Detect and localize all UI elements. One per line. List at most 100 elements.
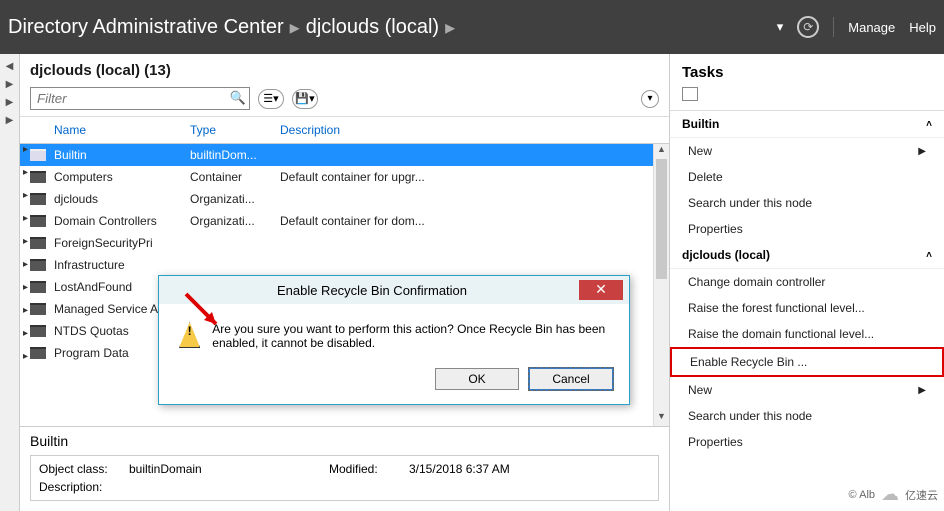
expand-toggle[interactable]: ▸ bbox=[20, 282, 36, 305]
expand-toggle[interactable]: ▸ bbox=[20, 328, 36, 351]
tasks-toolbar bbox=[670, 87, 944, 111]
nav-node-icon[interactable]: ▶ bbox=[4, 78, 16, 90]
dialog-titlebar[interactable]: Enable Recycle Bin Confirmation ✕ bbox=[159, 276, 629, 304]
task-item[interactable]: Search under this node bbox=[670, 190, 944, 216]
expand-toggle[interactable]: ▸ bbox=[20, 190, 36, 213]
table-row[interactable]: Computers ContainerDefault container for … bbox=[20, 166, 669, 188]
chevron-right-icon: ▶ bbox=[918, 385, 926, 396]
tasks-title: Tasks bbox=[670, 54, 944, 87]
col-type[interactable]: Type bbox=[190, 123, 280, 137]
filter-box: 🔍 bbox=[30, 87, 250, 110]
expand-toggle[interactable]: ▸ bbox=[20, 259, 36, 282]
filter-input[interactable] bbox=[30, 87, 250, 110]
task-label: New bbox=[688, 144, 712, 158]
ok-button[interactable]: OK bbox=[435, 368, 519, 390]
divider bbox=[833, 17, 834, 37]
task-item[interactable]: Delete bbox=[670, 164, 944, 190]
row-name: Computers bbox=[54, 170, 113, 184]
collapse-icon[interactable]: ◀ bbox=[4, 60, 16, 72]
column-headers: Name Type Description bbox=[20, 117, 669, 144]
nav-node-icon[interactable]: ▶ bbox=[4, 96, 16, 108]
nav-node-icon[interactable]: ▶ bbox=[4, 114, 16, 126]
search-icon[interactable]: 🔍 bbox=[230, 90, 246, 106]
warning-icon bbox=[179, 322, 200, 348]
task-label: Properties bbox=[688, 435, 743, 449]
task-label: Search under this node bbox=[688, 196, 812, 210]
dialog-buttons: OK Cancel bbox=[159, 358, 629, 404]
row-type: Organizati... bbox=[190, 214, 280, 228]
help-menu[interactable]: Help bbox=[909, 20, 936, 35]
expand-toggle[interactable]: ▸ bbox=[20, 144, 36, 167]
more-dropdown[interactable]: ▾ bbox=[641, 90, 659, 108]
cancel-button[interactable]: Cancel bbox=[529, 368, 613, 390]
table-row[interactable]: Domain ControllersOrganizati...Default c… bbox=[20, 210, 669, 232]
dropdown-icon[interactable]: ▾ bbox=[777, 19, 784, 35]
table-row[interactable]: Infrastructure bbox=[20, 254, 669, 276]
col-name[interactable]: Name bbox=[30, 123, 190, 137]
chevron-right-icon: ▶ bbox=[918, 146, 926, 157]
copyright: © Alb bbox=[849, 489, 875, 501]
close-icon[interactable]: ✕ bbox=[579, 280, 623, 300]
task-label: New bbox=[688, 383, 712, 397]
task-label: Properties bbox=[688, 222, 743, 236]
table-row[interactable]: ForeignSecurityPri bbox=[20, 232, 669, 254]
row-name: Infrastructure bbox=[54, 258, 125, 272]
expand-toggle[interactable]: ▸ bbox=[20, 213, 36, 236]
top-actions: ▾ ⟳ Manage Help bbox=[777, 16, 936, 38]
expand-toggle[interactable]: ▸ bbox=[20, 167, 36, 190]
tasks-section-builtin[interactable]: Builtin ˄ bbox=[670, 111, 944, 138]
expand-toggle[interactable]: ▸ bbox=[20, 351, 36, 374]
row-type: Container bbox=[190, 170, 280, 184]
task-item[interactable]: Properties bbox=[670, 429, 944, 455]
manage-menu[interactable]: Manage bbox=[848, 20, 895, 35]
row-type: builtinDom... bbox=[190, 148, 280, 162]
scrollbar[interactable]: ▲ ▼ bbox=[653, 144, 669, 426]
scroll-up-icon[interactable]: ▲ bbox=[654, 144, 669, 159]
topbar: Directory Administrative Center ▸ djclou… bbox=[0, 0, 944, 54]
description-label: Description: bbox=[39, 480, 129, 494]
nav-rail[interactable]: ◀ ▶ ▶ ▶ bbox=[0, 54, 20, 511]
task-item[interactable]: Raise the domain functional level... bbox=[670, 321, 944, 347]
task-label: Raise the domain functional level... bbox=[688, 327, 874, 341]
content-title: djclouds (local) (13) bbox=[20, 54, 669, 83]
task-pane-icon[interactable] bbox=[682, 87, 698, 101]
task-label: Search under this node bbox=[688, 409, 812, 423]
task-item[interactable]: Raise the forest functional level... bbox=[670, 295, 944, 321]
tasks-section-domain[interactable]: djclouds (local) ˄ bbox=[670, 242, 944, 269]
task-item[interactable]: Properties bbox=[670, 216, 944, 242]
breadcrumb[interactable]: Directory Administrative Center ▸ djclou… bbox=[8, 15, 777, 40]
table-row[interactable]: Builtin builtinDom... bbox=[20, 144, 669, 166]
task-item[interactable]: Search under this node bbox=[670, 403, 944, 429]
col-description[interactable]: Description bbox=[280, 123, 659, 137]
row-desc: Default container for upgr... bbox=[280, 170, 659, 184]
dialog-title: Enable Recycle Bin Confirmation bbox=[165, 283, 579, 298]
table-row[interactable]: djcloudsOrganizati... bbox=[20, 188, 669, 210]
row-desc: Default container for dom... bbox=[280, 214, 659, 228]
watermark: © Alb ☁ 亿速云 bbox=[849, 484, 938, 505]
breadcrumb-node[interactable]: djclouds (local) bbox=[306, 16, 439, 39]
row-name: djclouds bbox=[54, 192, 98, 206]
app-title: Directory Administrative Center bbox=[8, 16, 284, 39]
expand-toggle[interactable]: ▸ bbox=[20, 236, 36, 259]
row-name: Builtin bbox=[54, 148, 87, 162]
objclass-value: builtinDomain bbox=[129, 462, 329, 476]
task-item[interactable]: Change domain controller bbox=[670, 269, 944, 295]
refresh-icon[interactable]: ⟳ bbox=[797, 16, 819, 38]
task-item[interactable]: Enable Recycle Bin ... bbox=[670, 347, 944, 377]
row-name: Program Data bbox=[54, 346, 129, 360]
task-item[interactable]: New ▶ bbox=[670, 138, 944, 164]
view-options-dropdown[interactable]: ☰▾ bbox=[258, 89, 284, 109]
dialog-message: Are you sure you want to perform this ac… bbox=[212, 322, 609, 350]
task-label: Delete bbox=[688, 170, 723, 184]
task-label: Raise the forest functional level... bbox=[688, 301, 865, 315]
section-title: Builtin bbox=[682, 117, 719, 131]
task-item[interactable]: New ▶ bbox=[670, 377, 944, 403]
scroll-down-icon[interactable]: ▼ bbox=[654, 411, 669, 426]
row-name: Managed Service A bbox=[54, 302, 158, 316]
expand-toggle[interactable]: ▸ bbox=[20, 305, 36, 328]
scroll-thumb[interactable] bbox=[656, 159, 667, 279]
row-name: NTDS Quotas bbox=[54, 324, 129, 338]
save-options-dropdown[interactable]: 💾▾ bbox=[292, 89, 318, 109]
brand: 亿速云 bbox=[905, 487, 938, 503]
section-title: djclouds (local) bbox=[682, 248, 770, 262]
